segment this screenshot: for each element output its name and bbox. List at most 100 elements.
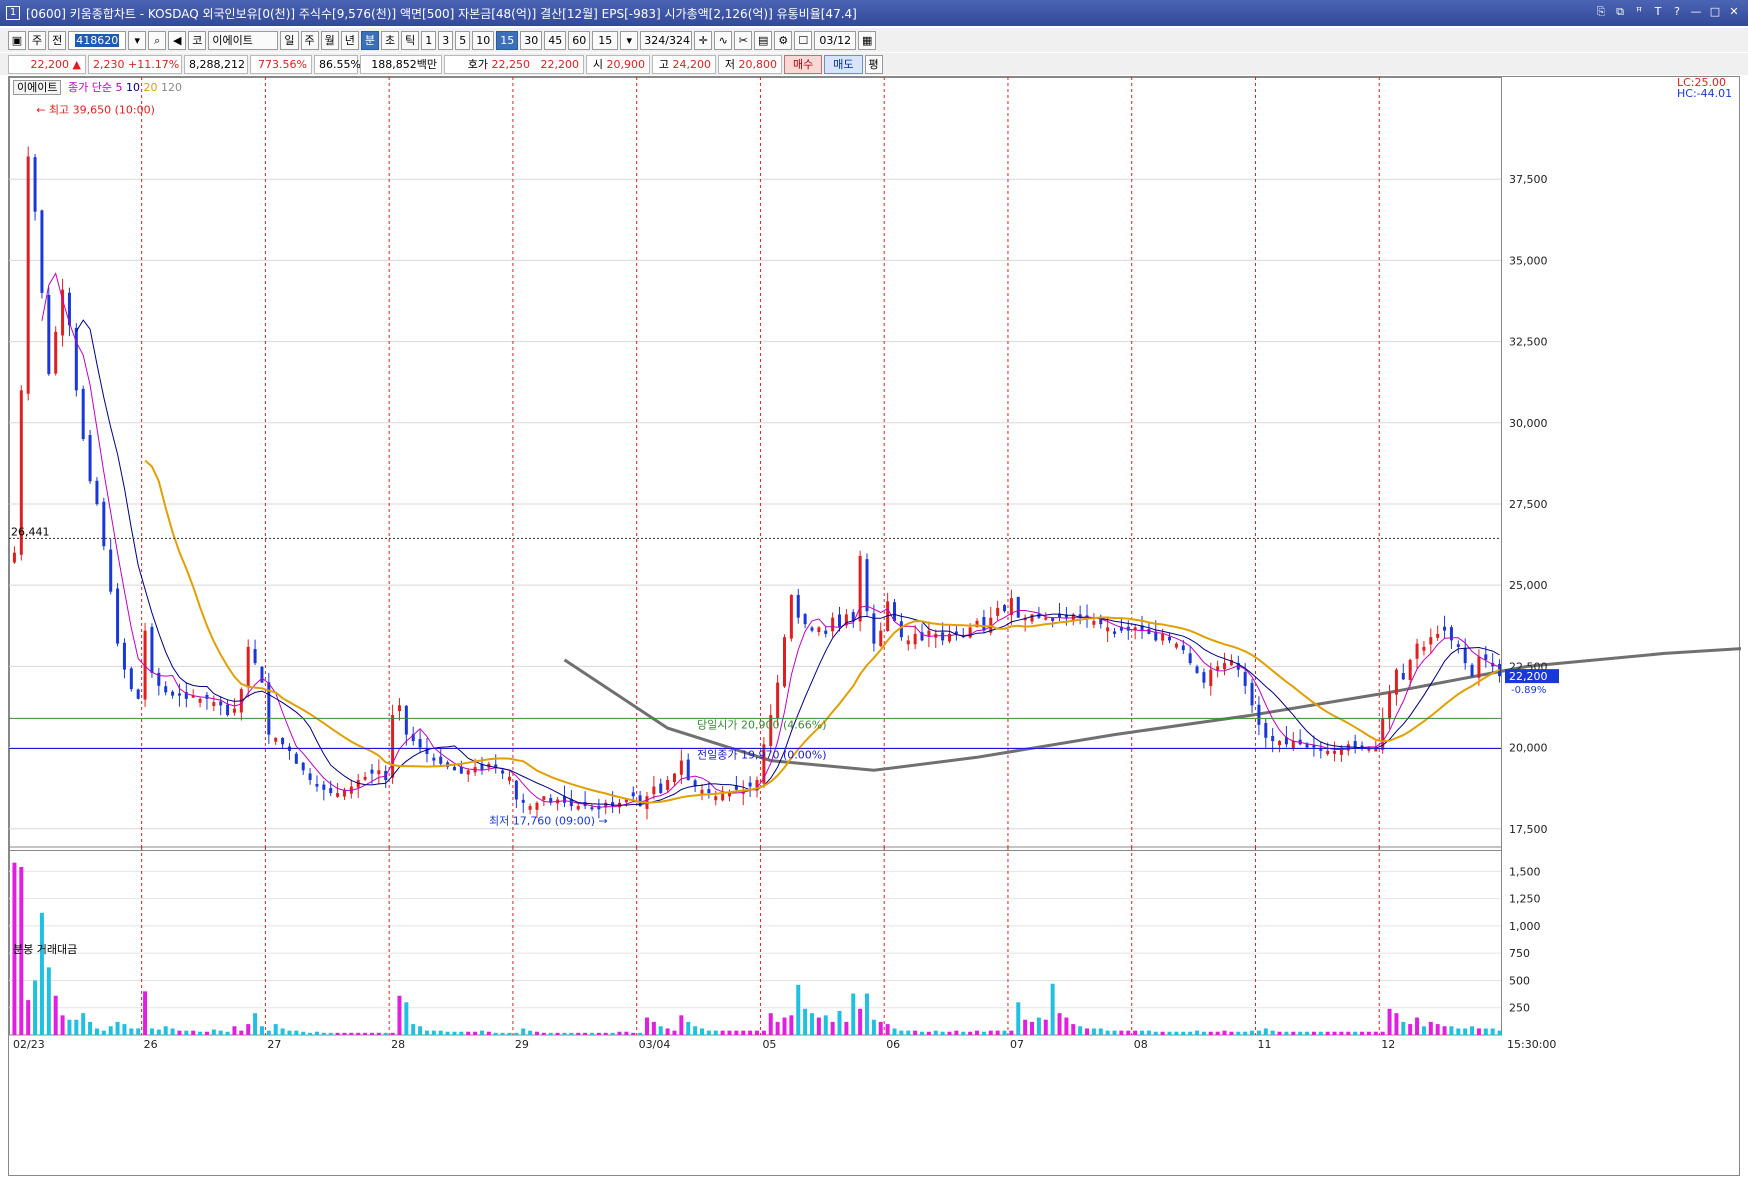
grid: [9, 77, 1502, 1036]
volume-tick-label: 1,000: [1509, 920, 1541, 933]
volume-bar: [954, 1030, 959, 1035]
period-month[interactable]: 월: [320, 30, 339, 50]
chart-area[interactable]: 26,441 당일시가 20,900 (4.66%) 전일종가 19,970 (0.…: [8, 76, 1741, 1176]
eval-button[interactable]: 평: [864, 54, 883, 74]
volume-bar: [1318, 1031, 1323, 1035]
candle-down: [824, 630, 828, 634]
pin-icon[interactable]: ꟸ: [1631, 4, 1647, 20]
settings-icon[interactable]: ⚙: [774, 30, 793, 50]
interval-input[interactable]: 15: [592, 30, 619, 50]
help-icon[interactable]: ?: [1669, 4, 1685, 20]
interval-dropdown-icon[interactable]: ▾: [620, 30, 639, 50]
search-icon[interactable]: ⌕: [148, 30, 167, 50]
candle-up: [996, 607, 1000, 616]
interval-10[interactable]: 10: [472, 30, 495, 50]
volume-bar: [1263, 1028, 1268, 1035]
period-minute[interactable]: 분: [360, 30, 379, 50]
close-icon[interactable]: ✕: [1726, 4, 1742, 20]
period-second[interactable]: 초: [381, 30, 400, 50]
candle-down: [1181, 645, 1185, 651]
volume-bar: [1036, 1017, 1041, 1035]
volume-bar: [383, 1032, 388, 1035]
bid-value: 22,200: [540, 57, 580, 71]
volume-bar: [1360, 1031, 1365, 1035]
volume-bar: [1174, 1031, 1179, 1035]
interval-5[interactable]: 5: [455, 30, 471, 50]
interval-45[interactable]: 45: [544, 30, 567, 50]
code-dropdown-icon[interactable]: ▾: [128, 30, 147, 50]
interval-1[interactable]: 1: [421, 30, 437, 50]
volume-bar: [287, 1030, 292, 1035]
volume-bar: [1470, 1026, 1475, 1035]
candle-down: [1257, 704, 1261, 725]
volume-bar: [768, 1013, 773, 1035]
candle-down: [74, 327, 78, 391]
type-select-a[interactable]: 주: [28, 30, 47, 50]
candle-down: [838, 614, 842, 628]
volume-bar: [892, 1028, 897, 1035]
volume-bar: [246, 1024, 251, 1035]
market-label: 코: [188, 30, 207, 50]
volume-bar: [1311, 1031, 1316, 1035]
ref-price-label: 26,441: [11, 525, 50, 538]
minimize-icon[interactable]: —: [1688, 4, 1704, 20]
sound-icon[interactable]: ◀: [168, 30, 187, 50]
volume-bar: [452, 1031, 457, 1035]
interval-60[interactable]: 60: [568, 30, 591, 50]
interval-30[interactable]: 30: [520, 30, 543, 50]
stock-code-input[interactable]: 418620: [68, 30, 127, 50]
date-input[interactable]: 03/12: [814, 30, 857, 50]
volume-bar: [810, 1013, 815, 1035]
volume-bar: [424, 1030, 429, 1035]
type-select-b[interactable]: 전: [48, 30, 67, 50]
volume-bar: [239, 1030, 244, 1035]
volume-bar: [411, 1024, 416, 1035]
volume-bar: [149, 1028, 154, 1035]
buy-button[interactable]: 매수: [784, 54, 823, 74]
font-icon[interactable]: T: [1650, 4, 1666, 20]
candle-up: [1333, 750, 1337, 754]
y-tick-label: 30,000: [1509, 417, 1548, 430]
period-tick[interactable]: 틱: [401, 30, 420, 50]
candle-up: [789, 594, 793, 639]
volume-bar: [878, 1021, 883, 1035]
volume-bar: [1043, 1019, 1048, 1035]
window-number-icon[interactable]: 1: [6, 6, 20, 20]
quote-vol-ratio: 773.56%: [250, 54, 312, 74]
candle-down: [301, 762, 305, 771]
maximize-icon[interactable]: □: [1707, 4, 1723, 20]
crosshair-icon[interactable]: ✛: [694, 30, 713, 50]
layout-icon[interactable]: ▣: [8, 30, 26, 50]
period-week[interactable]: 주: [300, 30, 319, 50]
copy-window-icon[interactable]: ⧉: [1612, 4, 1628, 20]
link-icon[interactable]: ⎘: [1593, 4, 1609, 20]
volume-bar: [1091, 1028, 1096, 1035]
checkbox-icon[interactable]: ☐: [794, 30, 813, 50]
period-year[interactable]: 년: [340, 30, 359, 50]
volume-bar: [541, 1032, 546, 1035]
legend-stock-name[interactable]: 이에이트: [13, 80, 62, 95]
volume-bar: [995, 1030, 1000, 1035]
trend-icon[interactable]: ∿: [714, 30, 733, 50]
candle-down: [177, 693, 181, 696]
volume-bar: [651, 1021, 656, 1035]
calendar-icon[interactable]: ▦: [858, 30, 877, 50]
bar-count-field[interactable]: 324/324: [640, 30, 693, 50]
open-value: 20,900: [606, 57, 646, 71]
chart-toolbar: ▣ 주 전 418620 ▾ ⌕ ◀ 코 이에이트 일 주 월 년 분 초 틱 …: [0, 28, 1748, 52]
volume-bar: [1057, 1013, 1062, 1035]
candle-down: [941, 632, 945, 641]
volume-bar: [1380, 1031, 1385, 1035]
volume-bar: [163, 1026, 168, 1035]
quote-turnover: 86.55%: [314, 54, 361, 74]
period-day[interactable]: 일: [280, 30, 299, 50]
interval-3[interactable]: 3: [438, 30, 454, 50]
sell-button[interactable]: 매도: [824, 54, 863, 74]
volume-bar: [1270, 1030, 1275, 1035]
interval-15[interactable]: 15: [496, 30, 519, 50]
volume-bar: [1195, 1030, 1200, 1035]
candle-up: [12, 552, 16, 563]
volume-bar: [1256, 1030, 1261, 1035]
scissors-icon[interactable]: ✂: [734, 30, 753, 50]
save-icon[interactable]: ▤: [754, 30, 773, 50]
